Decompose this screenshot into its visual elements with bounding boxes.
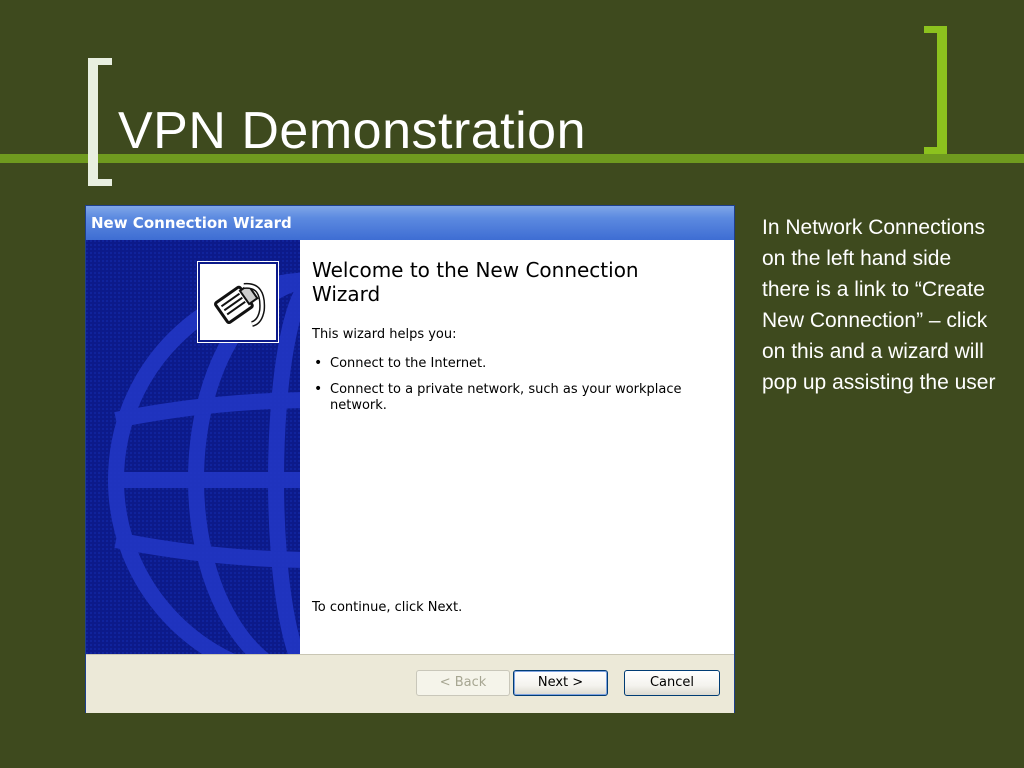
bullet-text: Connect to the Internet. — [330, 356, 487, 371]
wizard-heading: Welcome to the New Connection Wizard — [312, 258, 639, 306]
wizard-window: New Connection Wizard Welcome to the New… — [86, 206, 734, 713]
bullet-icon: • — [314, 355, 323, 371]
bullet-icon: • — [314, 381, 323, 397]
continue-instruction: To continue, click Next. — [312, 600, 463, 615]
list-item: • Connect to the Internet. — [312, 355, 712, 372]
network-cable-icon — [197, 261, 279, 343]
slide: VPN Demonstration New Connection Wizard — [0, 0, 1024, 768]
slide-side-text: In Network Connections on the left hand … — [762, 216, 996, 394]
cancel-button[interactable]: Cancel — [624, 670, 720, 696]
wizard-bullet-list: • Connect to the Internet. • Connect to … — [312, 355, 712, 424]
wizard-titlebar[interactable]: New Connection Wizard — [86, 206, 734, 240]
wizard-side-panel — [86, 240, 300, 654]
wizard-button-bar: < Back Next > Cancel — [86, 654, 734, 713]
slide-title: VPN Demonstration — [118, 102, 587, 160]
wizard-content: Welcome to the New Connection Wizard Thi… — [300, 240, 734, 654]
list-item: • Connect to a private network, such as … — [312, 381, 712, 414]
bullet-text: Connect to a private network, such as yo… — [330, 382, 682, 413]
back-button[interactable]: < Back — [416, 670, 510, 696]
next-button[interactable]: Next > — [513, 670, 608, 696]
wizard-intro: This wizard helps you: — [312, 327, 457, 342]
